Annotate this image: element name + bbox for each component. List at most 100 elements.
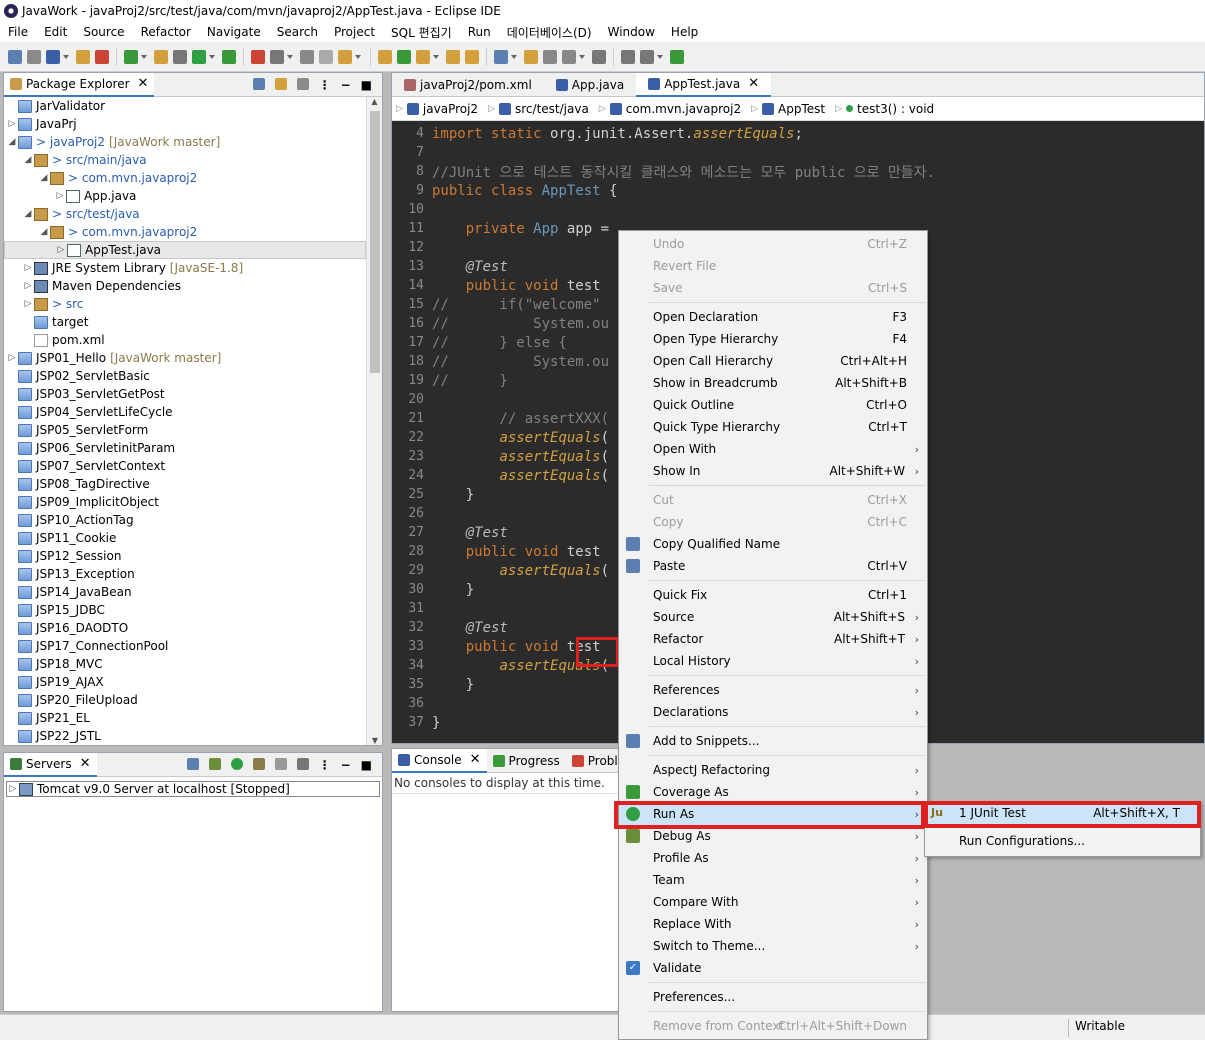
- context-menu-item[interactable]: Refactor Alt+Shift+T ›: [619, 628, 927, 650]
- expand-icon[interactable]: ◢: [38, 173, 50, 183]
- expand-icon[interactable]: ▷: [6, 119, 18, 129]
- scrollbar[interactable]: ▲ ▼: [366, 97, 382, 745]
- expand-icon[interactable]: ▷: [22, 263, 34, 273]
- toolbar-icon[interactable]: [543, 49, 557, 64]
- server-row[interactable]: ▷ Tomcat v9.0 Server at localhost [Stopp…: [6, 781, 380, 797]
- tab-servers[interactable]: Servers ✕: [4, 752, 97, 777]
- view-menu-icon[interactable]: ⋮: [319, 78, 331, 92]
- tree-item[interactable]: JSP10_ActionTag: [4, 511, 366, 529]
- link-editor-icon[interactable]: [274, 78, 287, 90]
- toolbar-icon[interactable]: [27, 49, 41, 64]
- context-menu-item[interactable]: Preferences...: [619, 986, 927, 1008]
- context-menu-item[interactable]: Quick Fix Ctrl+1: [619, 584, 927, 606]
- expand-icon[interactable]: ▷: [7, 784, 19, 794]
- tree-item[interactable]: JSP12_Session: [4, 547, 366, 565]
- toolbar-icon[interactable]: [192, 49, 206, 64]
- menu-7[interactable]: SQL 편집기: [383, 24, 460, 41]
- toolbar-icon[interactable]: [670, 49, 684, 64]
- toolbar-icon[interactable]: [270, 49, 284, 64]
- context-menu-item[interactable]: Compare With ›: [619, 891, 927, 913]
- toolbar-icon[interactable]: [397, 49, 411, 64]
- toolbar-icon[interactable]: [416, 49, 430, 64]
- tree-item[interactable]: ▷ > src: [4, 295, 366, 313]
- toolbar-icon[interactable]: [95, 49, 109, 64]
- submenu-item[interactable]: Run Configurations...: [925, 830, 1200, 852]
- editor-tab[interactable]: AppTest.java ✕: [636, 72, 772, 97]
- editor-tab[interactable]: App.java: [544, 73, 636, 97]
- close-icon[interactable]: ✕: [138, 76, 149, 91]
- tree-item[interactable]: JSP17_ConnectionPool: [4, 637, 366, 655]
- context-menu-item[interactable]: Team ›: [619, 869, 927, 891]
- toolbar-icon[interactable]: [173, 49, 187, 64]
- breadcrumb-item[interactable]: AppTest: [778, 102, 825, 116]
- toolbar-icon[interactable]: [300, 49, 314, 64]
- tree-item[interactable]: ▷ JSP01_Hello [JavaWork master]: [4, 349, 366, 367]
- tree-item[interactable]: ▷ AppTest.java: [4, 241, 366, 259]
- code-line[interactable]: 10: [392, 200, 1204, 219]
- menu-5[interactable]: Search: [269, 25, 326, 39]
- expand-icon[interactable]: ◢: [38, 227, 50, 237]
- profile-server-icon[interactable]: [252, 758, 265, 770]
- menu-11[interactable]: Help: [663, 25, 706, 39]
- toolbar-icon[interactable]: [46, 49, 60, 64]
- tree-item[interactable]: JSP05_ServletForm: [4, 421, 366, 439]
- dropdown-icon[interactable]: [355, 54, 361, 59]
- context-menu-item[interactable]: Paste Ctrl+V: [619, 555, 927, 577]
- maximize-icon[interactable]: ■: [361, 758, 372, 772]
- tree-item[interactable]: target: [4, 313, 366, 331]
- context-menu-item[interactable]: Save Ctrl+S: [619, 277, 927, 299]
- toolbar-icon[interactable]: [465, 49, 479, 64]
- context-menu-item[interactable]: Declarations ›: [619, 701, 927, 723]
- tree-item[interactable]: JSP19_AJAX: [4, 673, 366, 691]
- toolbar-icon[interactable]: [222, 49, 236, 64]
- tree-item[interactable]: ◢ > javaProj2 [JavaWork master]: [4, 133, 366, 151]
- context-menu-item[interactable]: Switch to Theme... ›: [619, 935, 927, 957]
- code-line[interactable]: 4 import static org.junit.Assert.assertEq…: [392, 124, 1204, 143]
- toolbar-icon[interactable]: [378, 49, 392, 64]
- toolbar-icon[interactable]: [621, 49, 635, 64]
- close-icon[interactable]: ✕: [80, 756, 91, 771]
- context-menu-item[interactable]: Revert File: [619, 255, 927, 277]
- context-menu-item[interactable]: Quick Type Hierarchy Ctrl+T: [619, 416, 927, 438]
- tree-item[interactable]: JSP06_ServletinitParam: [4, 439, 366, 457]
- toolbar-icon[interactable]: [592, 49, 606, 64]
- toolbar-icon[interactable]: [640, 49, 654, 64]
- context-menu-item[interactable]: Show in Breadcrumb Alt+Shift+B: [619, 372, 927, 394]
- toolbar-icon[interactable]: [76, 49, 90, 64]
- tree-item[interactable]: JSP03_ServletGetPost: [4, 385, 366, 403]
- context-menu-item[interactable]: AspectJ Refactoring ›: [619, 759, 927, 781]
- breadcrumb-item[interactable]: test3() : void: [857, 102, 934, 116]
- tree-item[interactable]: JarValidator: [4, 97, 366, 115]
- stop-server-icon[interactable]: [274, 758, 287, 770]
- tree-item[interactable]: JSP14_JavaBean: [4, 583, 366, 601]
- tree-item[interactable]: JSP22_JSTL: [4, 727, 366, 745]
- tree-item[interactable]: JSP21_EL: [4, 709, 366, 727]
- tree-item[interactable]: ▷ Maven Dependencies: [4, 277, 366, 295]
- debug-server-icon[interactable]: [208, 758, 221, 770]
- context-menu-item[interactable]: Add to Snippets...: [619, 730, 927, 752]
- dropdown-icon[interactable]: [657, 54, 663, 59]
- code-line[interactable]: 9 public class AppTest {: [392, 181, 1204, 200]
- tree-item[interactable]: JSP15_JDBC: [4, 601, 366, 619]
- context-menu-item[interactable]: Undo Ctrl+Z: [619, 233, 927, 255]
- context-menu-item[interactable]: Profile As ›: [619, 847, 927, 869]
- menu-10[interactable]: Window: [600, 25, 663, 39]
- maximize-icon[interactable]: ■: [361, 78, 372, 92]
- context-menu-item[interactable]: Remove from Context Ctrl+Alt+Shift+Down: [619, 1015, 927, 1037]
- tree-item[interactable]: ▷ App.java: [4, 187, 366, 205]
- expand-icon[interactable]: ◢: [22, 155, 34, 165]
- expand-icon[interactable]: ▷: [54, 191, 66, 201]
- breadcrumb-item[interactable]: src/test/java: [515, 102, 589, 116]
- context-menu-item[interactable]: Local History ›: [619, 650, 927, 672]
- tree-item[interactable]: pom.xml: [4, 331, 366, 349]
- context-menu-item[interactable]: ✓ Validate: [619, 957, 927, 979]
- expand-icon[interactable]: ◢: [6, 137, 18, 147]
- console-tab[interactable]: Console ✕: [392, 748, 487, 773]
- collapse-all-icon[interactable]: [252, 78, 265, 90]
- toolbar-icon[interactable]: [562, 49, 576, 64]
- new-server-icon[interactable]: [186, 758, 199, 770]
- tree-item[interactable]: ▷ JRE System Library [JavaSE-1.8]: [4, 259, 366, 277]
- tree-item[interactable]: JSP13_Exception: [4, 565, 366, 583]
- view-menu-icon[interactable]: ⋮: [319, 758, 331, 772]
- tree-item[interactable]: JSP04_ServletLifeCycle: [4, 403, 366, 421]
